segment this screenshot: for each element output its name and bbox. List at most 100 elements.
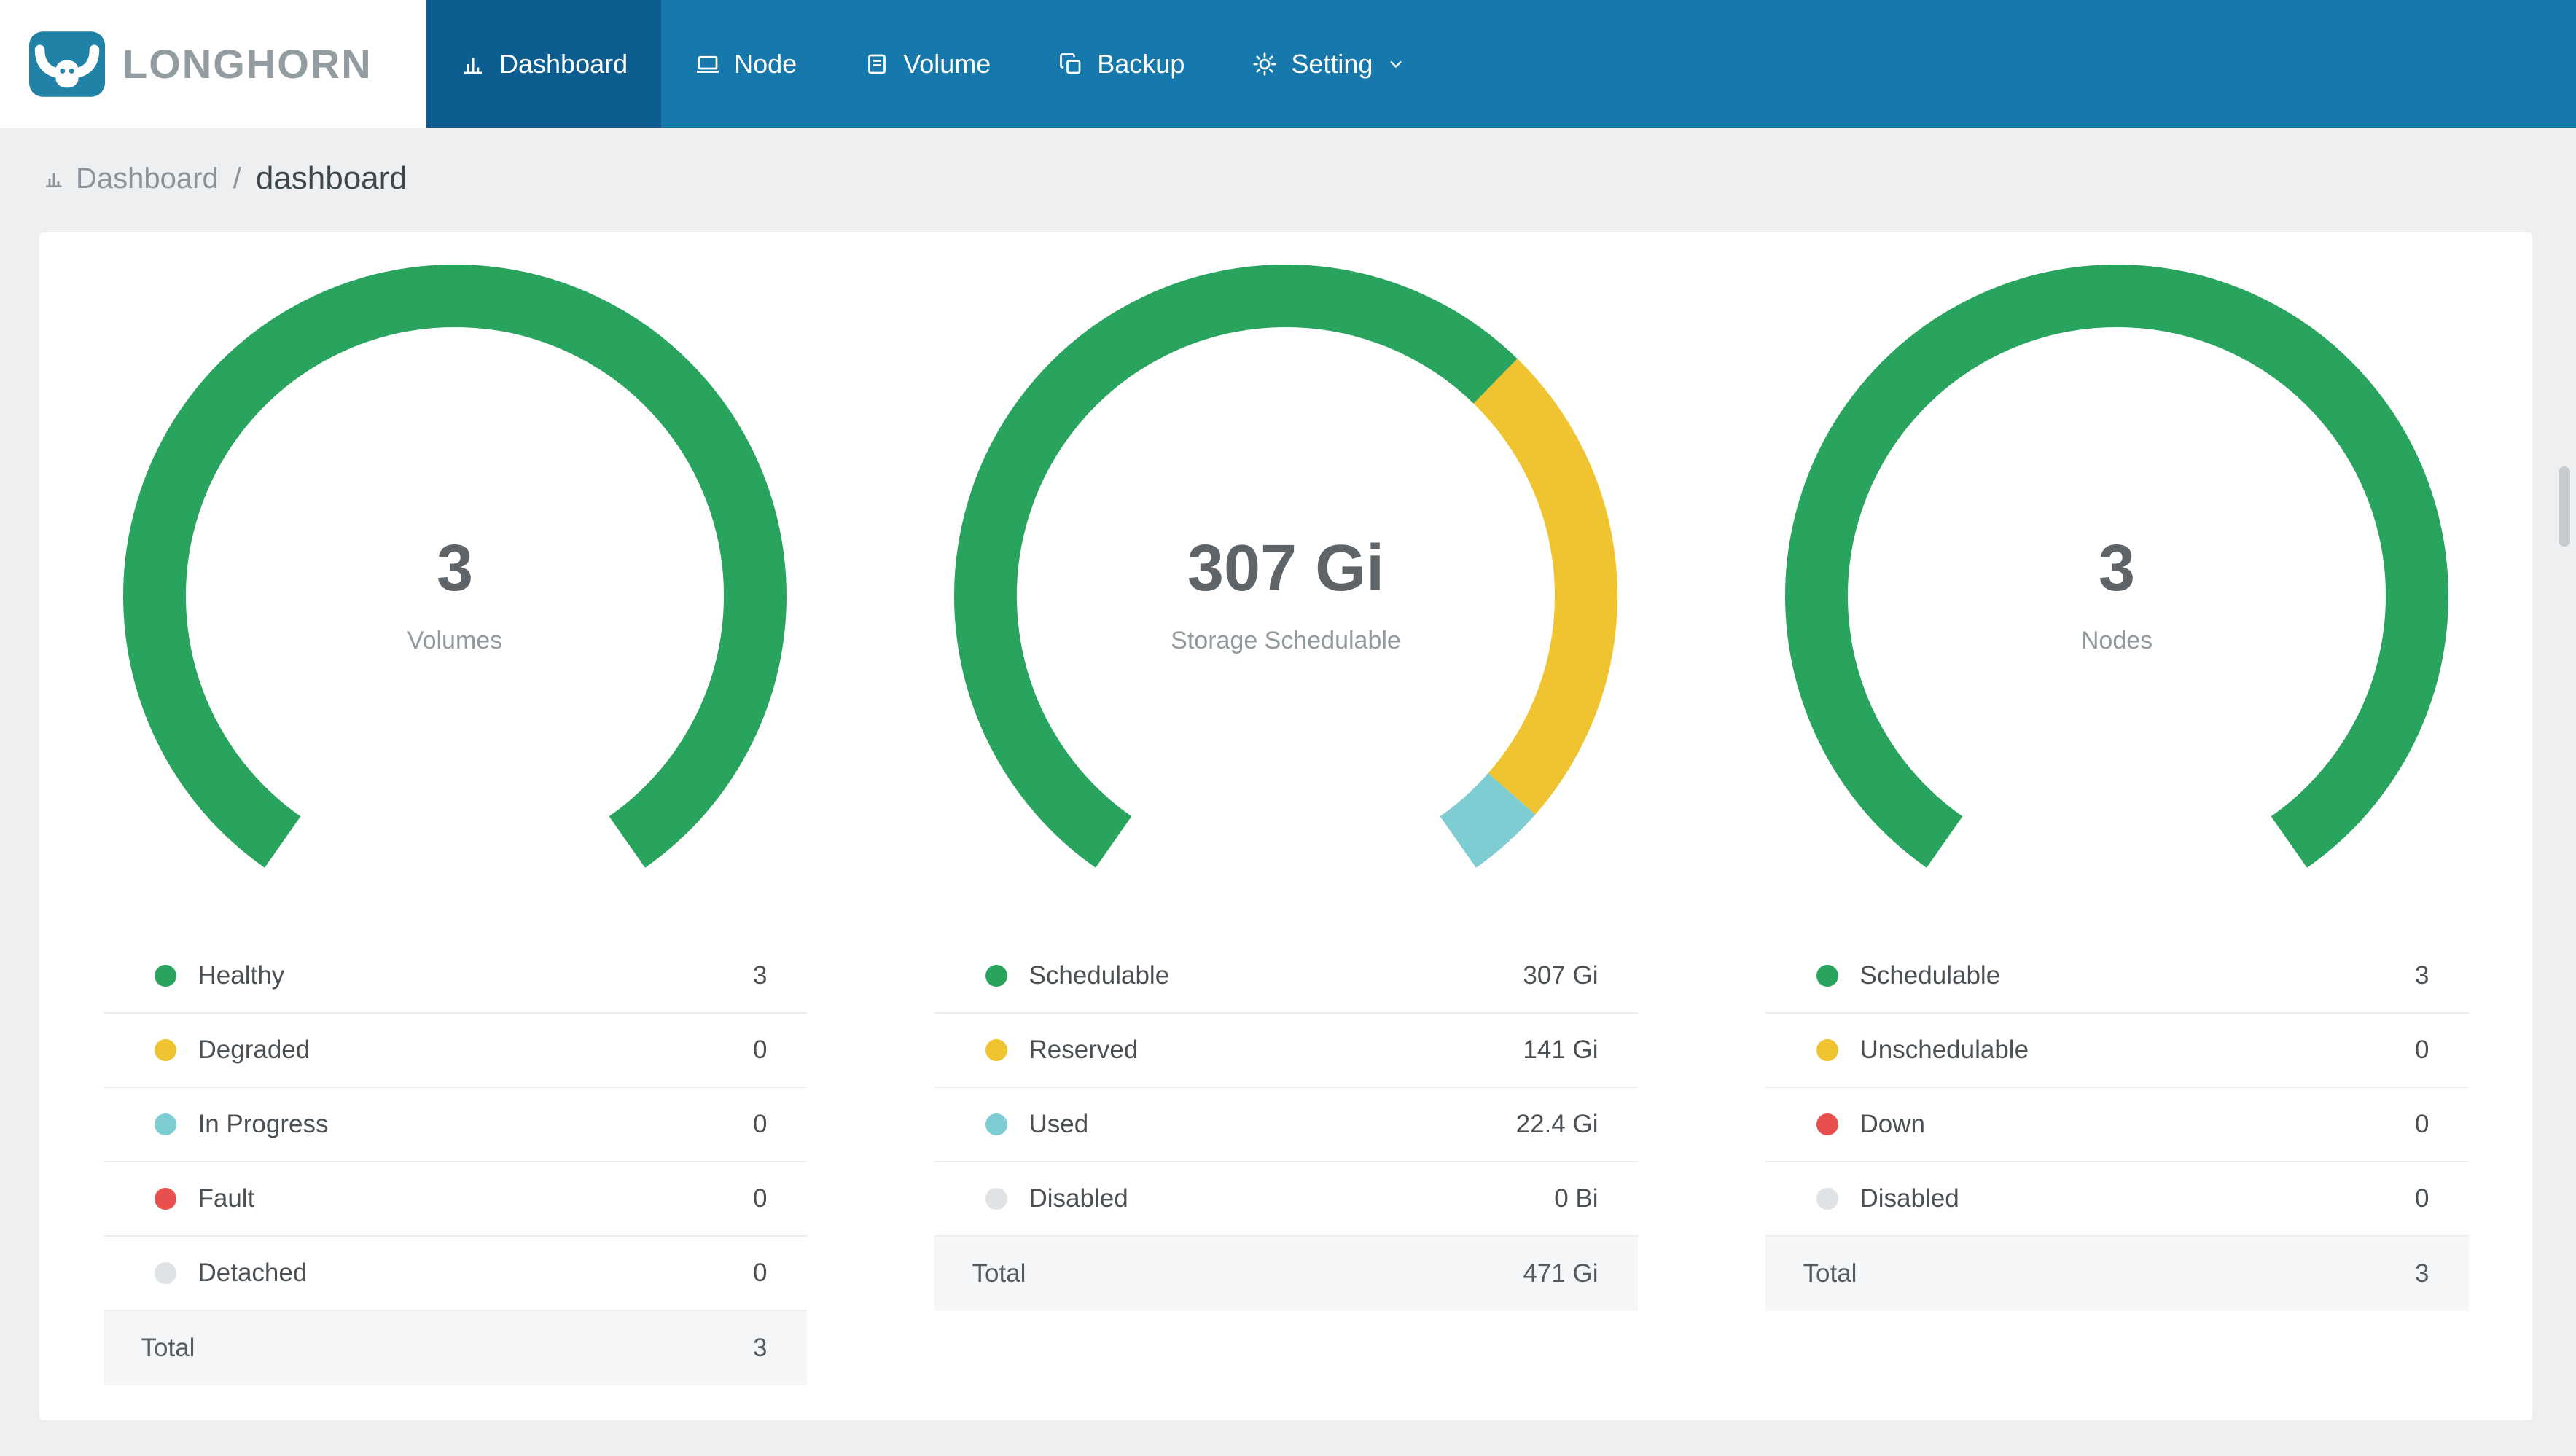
down-dot-icon <box>1816 1113 1838 1135</box>
disabled-dot-icon <box>985 1188 1007 1210</box>
legend-value: 3 <box>753 961 768 990</box>
nav-label-dashboard: Dashboard <box>499 48 628 79</box>
volumes-legend: Healthy 3 Degraded 0 In Progress 0 Fault 0 Detac… <box>103 939 807 1385</box>
gauge-charts-row: 3 Volumes Healthy 3 Degraded 0 In Progress 0 F… <box>39 265 2532 1385</box>
logo[interactable]: LONGHORN <box>0 0 426 128</box>
breadcrumb-separator: / <box>233 163 241 195</box>
legend-total-label: Total <box>1803 1259 1857 1288</box>
legend-total-row: Total 3 <box>103 1311 807 1385</box>
legend-total-value: 3 <box>753 1334 768 1362</box>
legend-value: 0 Bi <box>1554 1184 1599 1213</box>
used-dot-icon <box>985 1113 1007 1135</box>
legend-row-down: Down 0 <box>1765 1088 2469 1162</box>
nav-tab-node[interactable]: Node <box>661 0 830 128</box>
nav-tab-dashboard[interactable]: Dashboard <box>426 0 662 128</box>
nav-label-volume: Volume <box>903 48 991 79</box>
legend-label: Used <box>1029 1110 1089 1138</box>
detached-dot-icon <box>154 1262 176 1284</box>
legend-row-reserved: Reserved 141 Gi <box>934 1014 1638 1088</box>
legend-row-detached: Detached 0 <box>103 1237 807 1311</box>
legend-label: Degraded <box>198 1036 311 1064</box>
legend-row-disabled: Disabled 0 Bi <box>934 1162 1638 1237</box>
setting-icon <box>1253 52 1276 76</box>
legend-value: 0 <box>753 1036 768 1064</box>
volumes-panel: 3 Volumes Healthy 3 Degraded 0 In Progress 0 F… <box>39 265 870 1385</box>
legend-label: Down <box>1859 1110 1925 1138</box>
dashboard-card: 3 Volumes Healthy 3 Degraded 0 In Progress 0 F… <box>39 232 2532 1420</box>
legend-value: 0 <box>2415 1110 2429 1138</box>
legend-row-used: Used 22.4 Gi <box>934 1088 1638 1162</box>
legend-row-degraded: Degraded 0 <box>103 1014 807 1088</box>
dashboard-icon <box>46 173 62 187</box>
nav-label-node: Node <box>734 48 797 79</box>
storage-gauge-chart <box>954 265 1617 868</box>
legend-value: 3 <box>2415 961 2429 990</box>
schedulable-dot-icon <box>985 965 1007 987</box>
nav-tab-backup[interactable]: Backup <box>1024 0 1218 128</box>
legend-label: Detached <box>198 1259 308 1287</box>
nav-label-setting: Setting <box>1291 48 1373 79</box>
legend-row-fault: Fault 0 <box>103 1162 807 1237</box>
legend-value: 0 <box>2415 1184 2429 1213</box>
volumes-gauge-chart <box>123 265 787 868</box>
legend-value: 141 Gi <box>1523 1036 1599 1064</box>
legend-row-disabled: Disabled 0 <box>1765 1162 2469 1237</box>
gauge-segment-schedulable <box>1785 265 2448 868</box>
legend-total-row: Total 471 Gi <box>934 1237 1638 1311</box>
gauge-segment-used <box>1439 772 1536 868</box>
nav-tab-setting[interactable]: Setting <box>1218 0 1440 128</box>
schedulable-dot-icon <box>1816 965 1838 987</box>
legend-label: Fault <box>198 1184 255 1213</box>
reserved-dot-icon <box>985 1039 1007 1061</box>
nodes-gauge-chart <box>1785 265 2448 868</box>
legend-total-row: Total 3 <box>1765 1237 2469 1311</box>
backup-icon <box>1060 52 1081 74</box>
breadcrumb: Dashboard / dashboard <box>0 128 2576 197</box>
legend-label: In Progress <box>198 1110 329 1138</box>
breadcrumb-root[interactable]: Dashboard <box>76 160 219 197</box>
legend-label: Unschedulable <box>1859 1036 2029 1064</box>
legend-total-value: 471 Gi <box>1523 1259 1599 1288</box>
legend-value: 307 Gi <box>1523 961 1599 990</box>
longhorn-bull-icon <box>29 31 105 97</box>
legend-row-schedulable: Schedulable 307 Gi <box>934 939 1638 1014</box>
legend-value: 0 <box>753 1259 768 1287</box>
disabled-dot-icon <box>1816 1188 1838 1210</box>
legend-label: Schedulable <box>1859 961 2001 990</box>
legend-label: Reserved <box>1029 1036 1139 1064</box>
legend-label: Healthy <box>198 961 285 990</box>
legend-row-healthy: Healthy 3 <box>103 939 807 1014</box>
storage-legend: Schedulable 307 Gi Reserved 141 Gi Used 22.4 … <box>934 939 1638 1311</box>
legend-label: Disabled <box>1859 1184 1959 1213</box>
legend-row-unschedulable: Unschedulable 0 <box>1765 1014 2469 1088</box>
legend-value: 22.4 Gi <box>1515 1110 1599 1138</box>
dashboard-icon <box>464 58 482 74</box>
legend-value: 0 <box>753 1184 768 1213</box>
logo-text: LONGHORN <box>122 41 372 87</box>
nodes-panel: 3 Nodes Schedulable 3 Unschedulable 0 Down 0 D… <box>1701 265 2532 1385</box>
node-icon <box>697 55 719 73</box>
breadcrumb-current: dashboard <box>255 160 407 196</box>
volume-icon <box>868 54 886 74</box>
legend-value: 0 <box>753 1110 768 1138</box>
degraded-dot-icon <box>154 1039 176 1061</box>
legend-value: 0 <box>2415 1036 2429 1064</box>
legend-label: Schedulable <box>1029 961 1170 990</box>
legend-row-in-progress: In Progress 0 <box>103 1088 807 1162</box>
healthy-dot-icon <box>154 965 176 987</box>
nav-tab-volume[interactable]: Volume <box>830 0 1024 128</box>
chevron-down-icon <box>1390 60 1402 68</box>
legend-total-value: 3 <box>2415 1259 2429 1288</box>
gauge-segment-schedulable <box>954 265 1518 868</box>
nav-label-setting: Backup <box>1097 48 1185 79</box>
legend-total-label: Total <box>972 1259 1026 1288</box>
legend-total-label: Total <box>141 1334 195 1362</box>
unschedulable-dot-icon <box>1816 1039 1838 1061</box>
main-nav: Dashboard Node Volume Backup Setting <box>426 0 2576 128</box>
gauge-segment-healthy <box>123 265 787 868</box>
legend-label: Disabled <box>1029 1184 1128 1213</box>
fault-dot-icon <box>154 1188 176 1210</box>
scrollbar-thumb[interactable] <box>2559 466 2570 547</box>
app-header: LONGHORN Dashboard Node Volume Backup Se… <box>0 0 2576 128</box>
legend-row-schedulable: Schedulable 3 <box>1765 939 2469 1014</box>
